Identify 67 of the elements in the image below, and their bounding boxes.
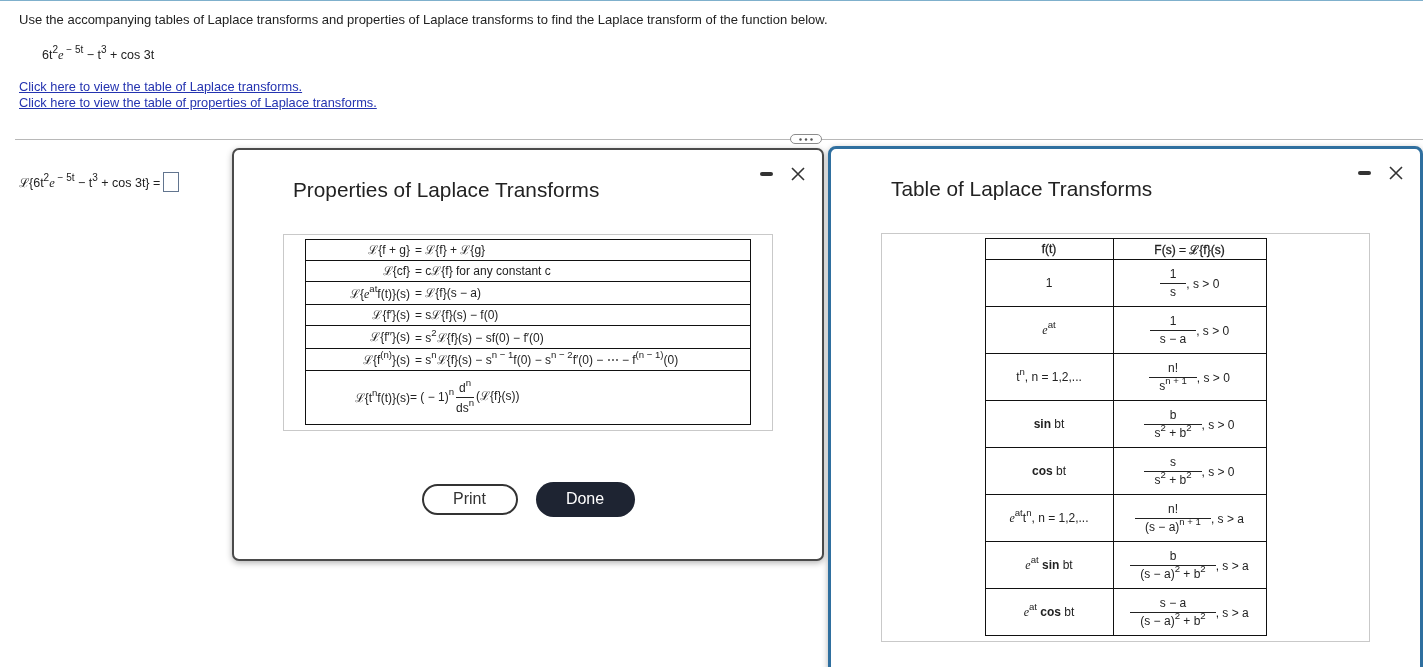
formula-text: ℒ{f$^{(n)}$}(s) [362,353,410,368]
condition-text: , s > a [1215,558,1249,572]
print-button[interactable]: Print [421,483,518,515]
formula-text: = ℒ{f}(s − a) [415,285,482,300]
function-text: 1 [1045,276,1053,290]
function-formula: 6t$^{2}$e $^{− 5t}$ − t$^{3}$ + cos 3t [42,46,155,64]
condition-text: , s > 0 [1196,370,1230,384]
function-text: cos bt [1032,464,1066,478]
fraction-denominator: (s − a)$^{2}$ + b$^{2}$ [1139,565,1207,583]
dialog-title: Properties of Laplace Transforms [293,178,600,202]
formula-text: = sℒ{f}(s) − f(0) [415,307,499,322]
function-text: e$^{at}$ cos bt [1023,604,1075,619]
formula-text: ℒ{f′′}(s) [370,329,410,344]
column-header: f(t) [1041,242,1057,256]
formula-text: ℒ{f′}(s) [372,307,410,322]
more-button[interactable] [790,134,822,144]
fraction-denominator: (s − a)$^{2}$ + b$^{2}$ [1139,612,1207,630]
function-text: sin bt [1033,417,1065,431]
view-table-link[interactable]: Click here to view the table of properties of Laplace transforms. [19,95,377,111]
fraction-denominator: s$^{2}$ + b$^{2}$ [1153,424,1193,442]
fraction-numerator: n! [1166,359,1179,377]
condition-text: , s > 0 [1201,464,1235,478]
fraction-denominator: (s − a)$^{n + 1}$ [1144,518,1202,536]
fraction-numerator: b [1168,406,1178,424]
formula-text: ℒ{f + g} [368,243,410,257]
column-header: F(s) = ℒ{f}(s) [1154,242,1225,257]
close-icon[interactable] [1389,166,1403,180]
dialog-title: Table of Laplace Transforms [891,177,1153,201]
condition-text: , s > 0 [1201,417,1235,431]
fraction-numerator: s − a [1158,594,1188,612]
minimize-icon[interactable] [1358,171,1371,175]
formula-text: = s$^{2}$ℒ{f}(s) − sf(0) − f′(0) [415,330,544,345]
condition-text: , s > 0 [1196,323,1230,337]
fraction-denominator: s − a [1158,330,1188,348]
fraction-denominator: s [1169,283,1177,301]
function-text: e$^{at}$ [1042,322,1056,337]
fraction-numerator: s [1168,453,1177,471]
minimize-icon[interactable] [760,172,773,176]
formula-text: ℒ{cf} [382,264,410,278]
instruction-text: Use the accompanying tables of Laplace transforms and properties of Laplace transforms to find the Laplace transform of the function below. [18,11,828,28]
fraction-numerator: d$^{n}$ [459,378,472,397]
formula-text: = cℒ{f} for any constant c [415,264,551,278]
fraction-numerator: n! [1166,500,1179,518]
condition-text: , s > a [1210,511,1244,525]
formula-text: ℒ{e$^{at}$f(t)}(s) [349,286,410,301]
function-text: t$^{n}$, n = 1,2,... [1016,370,1082,384]
formula-text: = ( − 1)$^{n}$ [410,389,455,404]
fraction-denominator: ds$^{n}$ [456,398,475,417]
fraction-numerator: b [1168,547,1178,565]
fraction-numerator: 1 [1168,312,1178,330]
done-button[interactable]: Done [535,481,635,517]
formula-text: ℒ{t$^{n}$f(t)}(s) [354,391,410,406]
function-text: e$^{at}$ sin bt [1025,557,1073,572]
function-text: e$^{at}$t$^{n}$, n = 1,2,... [1009,510,1089,525]
answer-expression: ℒ{6t$^{2}$e $^{− 5t}$ − t$^{3}$ + cos 3t} = [19,173,161,191]
fraction-denominator: s$^{2}$ + b$^{2}$ [1153,471,1193,489]
condition-text: , s > a [1215,605,1249,619]
condition-text: , s > 0 [1186,276,1220,290]
answer-box[interactable] [163,172,180,192]
view-table-link[interactable]: Click here to view the table of Laplace transforms. [19,79,303,95]
fraction-denominator: s$^{n + 1}$ [1158,377,1188,395]
formula-text: = ℒ{f} + ℒ{g} [415,243,486,257]
fraction-numerator: 1 [1168,265,1178,283]
formula-text: = s$^{n}$ℒ{f}(s) − s$^{n − 1}$f(0) − s$^{n − 2}$f′(0) − ⋯ − f$^{(n − 1)}$(0) [415,353,679,368]
close-icon[interactable] [791,167,805,181]
formula-text: (ℒ{f}(s)) [476,389,520,404]
ellipsis-icon [799,137,813,141]
